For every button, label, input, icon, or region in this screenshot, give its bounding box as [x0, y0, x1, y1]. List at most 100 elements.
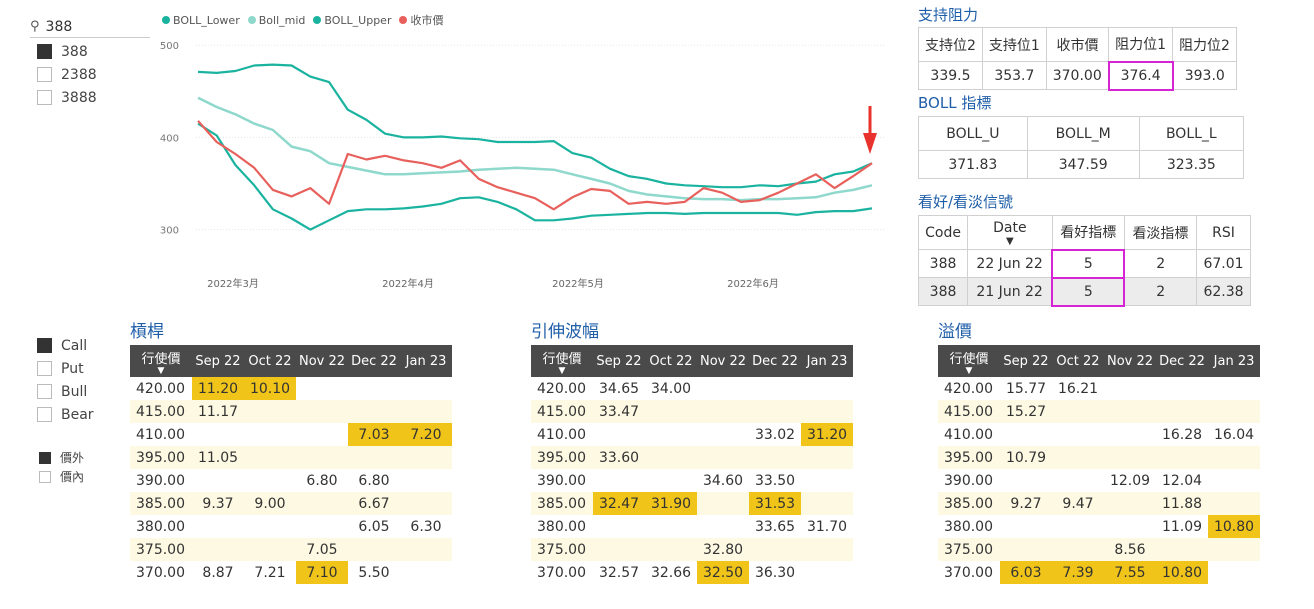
- column-header[interactable]: Code: [917, 215, 969, 250]
- sort-desc-icon[interactable]: ▼: [971, 236, 1049, 246]
- table-row[interactable]: 395.00 11.05: [130, 446, 452, 469]
- table-row[interactable]: 370.00 32.57 32.66 32.50 36.30: [531, 561, 853, 584]
- strike-cell: 410.00: [944, 426, 993, 443]
- table-cell: [1104, 515, 1156, 538]
- table-row[interactable]: 388 22 Jun 22 5 2 67.01: [917, 248, 1251, 279]
- moneyness-option[interactable]: 價外: [39, 448, 84, 467]
- checkbox[interactable]: [37, 44, 52, 59]
- table-row[interactable]: 385.00 9.37 9.00 6.67: [130, 492, 452, 515]
- option-type-slicer: Call Put Bull Bear: [37, 334, 94, 426]
- column-header[interactable]: Oct 22: [645, 345, 697, 377]
- column-header[interactable]: 支持位1: [981, 27, 1047, 62]
- table-row[interactable]: 410.00 33.02 31.20: [531, 423, 853, 446]
- column-header[interactable]: 收市價: [1045, 27, 1110, 62]
- option-type-bull[interactable]: Bull: [37, 380, 94, 403]
- column-header[interactable]: Nov 22: [697, 345, 749, 377]
- table-row[interactable]: 380.00 6.05 6.30: [130, 515, 452, 538]
- sort-desc-icon[interactable]: ▼: [938, 366, 1000, 375]
- checkbox[interactable]: [37, 407, 52, 422]
- column-header[interactable]: Oct 22: [244, 345, 296, 377]
- stock-option-3888[interactable]: 3888: [37, 86, 97, 109]
- column-header[interactable]: Oct 22: [1052, 345, 1104, 377]
- column-header[interactable]: RSI: [1196, 215, 1251, 250]
- table-row[interactable]: 385.00 32.47 31.90 31.53: [531, 492, 853, 515]
- stock-option-388[interactable]: 388: [37, 40, 97, 63]
- column-header[interactable]: 阻力位1: [1108, 27, 1174, 62]
- table-row[interactable]: 395.00 33.60: [531, 446, 853, 469]
- option-type-bear[interactable]: Bear: [37, 403, 94, 426]
- strike-cell: 390.00: [537, 472, 586, 489]
- legend-item[interactable]: 收市價: [399, 12, 443, 28]
- table-row[interactable]: 375.00 32.80: [531, 538, 853, 561]
- table-row[interactable]: 380.00 11.09 10.80: [938, 515, 1260, 538]
- column-header[interactable]: BOLL_L: [1138, 116, 1245, 151]
- table-row[interactable]: 395.00 10.79: [938, 446, 1260, 469]
- table-row[interactable]: 415.00 33.47: [531, 400, 853, 423]
- table-cell: 16.04: [1213, 426, 1255, 443]
- table-cell: 9.47: [1052, 492, 1104, 515]
- table-row[interactable]: 420.00 11.20 10.10: [130, 377, 452, 400]
- column-header[interactable]: BOLL_M: [1026, 116, 1140, 151]
- table-row[interactable]: 390.00 34.60 33.50: [531, 469, 853, 492]
- table-row[interactable]: 370.00 6.03 7.39 7.55 10.80: [938, 561, 1260, 584]
- legend-item[interactable]: BOLL_Upper: [313, 12, 391, 28]
- checkbox[interactable]: [39, 451, 51, 464]
- checkbox[interactable]: [37, 67, 52, 82]
- stock-search-box[interactable]: ⚲ 388: [30, 16, 150, 38]
- column-header[interactable]: Sep 22: [1000, 345, 1052, 377]
- legend-item[interactable]: Boll_mid: [247, 12, 305, 28]
- table-row[interactable]: 370.00 8.87 7.21 7.10 5.50: [130, 561, 452, 584]
- column-header[interactable]: Sep 22: [593, 345, 645, 377]
- sort-desc-icon[interactable]: ▼: [531, 366, 593, 375]
- table-row[interactable]: 420.00 15.77 16.21: [938, 377, 1260, 400]
- column-header[interactable]: Dec 22: [1156, 345, 1208, 377]
- table-row[interactable]: 420.00 34.65 34.00: [531, 377, 853, 400]
- column-header[interactable]: Dec 22: [749, 345, 801, 377]
- checkbox[interactable]: [37, 384, 52, 399]
- column-header[interactable]: Date ▼: [967, 215, 1053, 250]
- table-row[interactable]: 388 21 Jun 22 5 2 62.38: [917, 276, 1251, 307]
- table-cell: 33.60: [593, 446, 645, 469]
- table-row[interactable]: 380.00 33.65 31.70: [531, 515, 853, 538]
- column-header[interactable]: 看淡指標: [1123, 215, 1198, 250]
- legend-item[interactable]: BOLL_Lower: [162, 12, 240, 28]
- series-line-收市價[interactable]: [197, 120, 873, 211]
- column-header[interactable]: Jan 23: [801, 345, 853, 377]
- strike-cell: 390.00: [944, 472, 993, 489]
- column-header[interactable]: 支持位2: [918, 27, 983, 62]
- column-header[interactable]: Sep 22: [192, 345, 244, 377]
- checkbox[interactable]: [37, 90, 52, 105]
- search-input[interactable]: 388: [46, 19, 73, 35]
- column-header[interactable]: BOLL_U: [918, 116, 1028, 151]
- table-row[interactable]: 390.00 6.80 6.80: [130, 469, 452, 492]
- column-header[interactable]: Jan 23: [1208, 345, 1260, 377]
- column-header[interactable]: 阻力位2: [1172, 27, 1237, 62]
- table-row[interactable]: 375.00 8.56: [938, 538, 1260, 561]
- option-type-call[interactable]: Call: [37, 334, 94, 357]
- table-row[interactable]: 410.00 16.28 16.04: [938, 423, 1260, 446]
- table-cell: [348, 446, 400, 469]
- checkbox[interactable]: [37, 361, 52, 376]
- column-header[interactable]: Dec 22: [348, 345, 400, 377]
- column-header[interactable]: Jan 23: [400, 345, 452, 377]
- column-header[interactable]: 看好指標: [1051, 215, 1125, 250]
- table-row[interactable]: 390.00 12.09 12.04: [938, 469, 1260, 492]
- table-cell: [244, 423, 296, 446]
- checkbox[interactable]: [37, 338, 52, 353]
- table-row[interactable]: 415.00 15.27: [938, 400, 1260, 423]
- table-row[interactable]: 375.00 7.05: [130, 538, 452, 561]
- option-type-put[interactable]: Put: [37, 357, 94, 380]
- column-header[interactable]: Nov 22: [1104, 345, 1156, 377]
- stock-option-2388[interactable]: 2388: [37, 63, 97, 86]
- column-header[interactable]: 行使價 ▼: [130, 345, 192, 377]
- column-header[interactable]: 行使價 ▼: [531, 345, 593, 377]
- column-header[interactable]: 行使價 ▼: [938, 345, 1000, 377]
- table-row[interactable]: 385.00 9.27 9.47 11.88: [938, 492, 1260, 515]
- table-row[interactable]: 410.00 7.03 7.20: [130, 423, 452, 446]
- column-header[interactable]: Nov 22: [296, 345, 348, 377]
- table-row[interactable]: 415.00 11.17: [130, 400, 452, 423]
- moneyness-option[interactable]: 價內: [39, 467, 84, 486]
- sort-desc-icon[interactable]: ▼: [130, 366, 192, 375]
- checkbox[interactable]: [39, 470, 51, 483]
- series-line-BOLL_Lower[interactable]: [197, 122, 873, 231]
